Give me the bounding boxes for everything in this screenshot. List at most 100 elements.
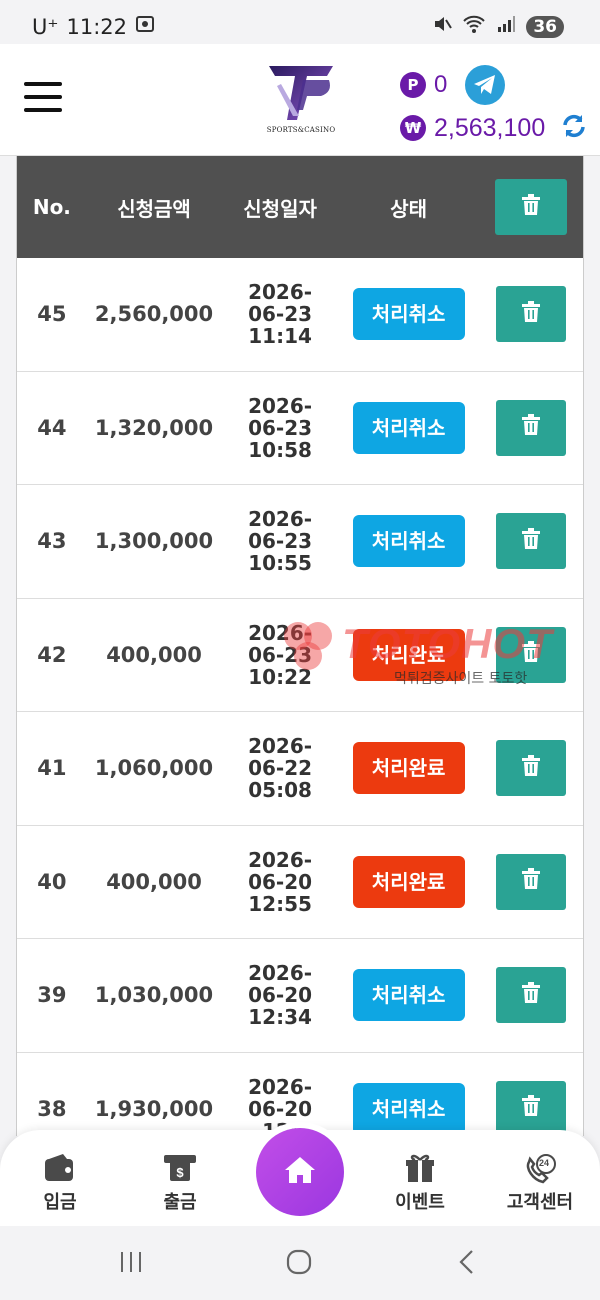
back-button[interactable] (456, 1248, 478, 1280)
date-time: 12:55 (248, 891, 312, 916)
point-icon: P (400, 72, 426, 98)
date-day: 06-23 (248, 302, 313, 327)
clock: 11:22 (66, 14, 127, 39)
nav-deposit[interactable]: 입금 (10, 1152, 110, 1214)
nav-event-label: 이벤트 (395, 1192, 445, 1213)
date-time: 10:22 (248, 664, 312, 689)
table-row: 43 1,300,000 2026- 06-23 10:55 처리취소 (17, 485, 583, 599)
delete-button[interactable] (495, 626, 566, 683)
delete-all-button[interactable] (494, 179, 567, 235)
row-amount: 1,060,000 (94, 756, 214, 781)
menu-icon[interactable] (24, 82, 62, 114)
mute-icon (432, 14, 453, 39)
trash-icon (521, 981, 541, 1009)
delete-button[interactable] (495, 853, 566, 910)
row-no: 44 (37, 415, 67, 440)
recent-apps-icon (121, 1252, 141, 1272)
screenshot-icon (135, 14, 155, 39)
row-no: 38 (37, 1096, 67, 1121)
withdraw-history-table: No. 신청금액 신청일자 상태 45 2,560,000 2026- 06-23… (16, 156, 584, 1136)
nav-event[interactable]: 이벤트 (370, 1152, 470, 1214)
date-year: 2026- (248, 961, 313, 986)
recent-apps-button[interactable] (118, 1248, 144, 1280)
home-button[interactable] (256, 1128, 344, 1216)
carrier-label: U⁺ (32, 14, 59, 39)
row-amount: 400,000 (106, 869, 202, 894)
table-row: 45 2,560,000 2026- 06-23 11:14 처리취소 (17, 258, 583, 372)
date-year: 2026- (248, 507, 313, 532)
table-row: 39 1,030,000 2026- 06-20 12:34 처리취소 (17, 939, 583, 1053)
wifi-icon (462, 14, 486, 39)
status-button[interactable]: 처리완료 (352, 742, 465, 795)
status-button[interactable]: 처리취소 (352, 288, 465, 341)
date-time: 05:08 (248, 778, 312, 803)
row-amount: 1,930,000 (94, 1096, 214, 1121)
status-bar: U⁺ 11:22 36 (0, 0, 600, 44)
status-button[interactable]: 처리취소 (352, 1082, 465, 1135)
row-amount: 2,560,000 (94, 302, 214, 327)
date-year: 2026- (248, 1074, 313, 1099)
atm-icon: $ (163, 1153, 197, 1188)
row-no: 43 (37, 529, 67, 554)
table-row: 44 1,320,000 2026- 06-23 10:58 처리취소 (17, 372, 583, 485)
trash-icon (521, 414, 541, 441)
row-no: 40 (37, 869, 67, 894)
date-day: 06-23 (248, 642, 313, 667)
row-no: 45 (37, 302, 67, 327)
date-day: 06-20 (248, 983, 313, 1008)
delete-button[interactable] (495, 967, 566, 1024)
delete-button[interactable] (495, 513, 566, 570)
back-icon (459, 1250, 473, 1274)
refresh-icon[interactable] (561, 113, 587, 143)
header-date: 신청일자 (243, 196, 317, 221)
date-time: 10:55 (248, 551, 312, 576)
home-icon (283, 1155, 317, 1189)
system-home-button[interactable] (285, 1248, 313, 1280)
row-no: 39 (37, 983, 67, 1008)
trash-icon (521, 868, 541, 895)
battery-indicator: 36 (526, 15, 564, 38)
date-year: 2026- (248, 620, 313, 645)
row-no: 42 (37, 642, 67, 667)
row-date: 2026- 06-23 10:55 (221, 508, 339, 574)
site-logo[interactable]: SPORTS&CASINO (266, 64, 336, 136)
point-value: 0 (434, 71, 448, 98)
date-time: 11:14 (248, 324, 312, 349)
row-date: 2026- 06-22 05:08 (221, 735, 339, 801)
header-status: 상태 (390, 196, 428, 221)
row-date: 2026- 06-20 12:55 (221, 849, 339, 915)
nav-support[interactable]: 24 고객센터 (490, 1152, 590, 1214)
trash-icon (521, 193, 541, 221)
row-no: 41 (37, 756, 67, 781)
status-button[interactable]: 처리완료 (352, 628, 465, 681)
status-button[interactable]: 처리취소 (352, 969, 465, 1022)
delete-button[interactable] (495, 286, 566, 343)
nav-withdraw[interactable]: $ 출금 (130, 1152, 230, 1214)
trash-icon (521, 300, 541, 328)
status-button[interactable]: 처리완료 (352, 855, 465, 908)
table-row: 41 1,060,000 2026- 06-22 05:08 처리완료 (17, 712, 583, 826)
date-time: 10:58 (248, 437, 312, 462)
telegram-icon[interactable] (465, 65, 506, 105)
row-amount: 400,000 (106, 642, 202, 667)
status-button[interactable]: 처리취소 (352, 401, 465, 454)
date-day: 06-23 (248, 529, 313, 554)
date-year: 2026- (248, 393, 313, 418)
wallet-panel: P 0 ₩ 2,563,100 (400, 65, 590, 148)
balance-value: 2,563,100 (434, 113, 546, 142)
delete-button[interactable] (495, 399, 566, 456)
delete-button[interactable] (495, 1080, 566, 1136)
header-amount: 신청금액 (117, 196, 191, 221)
status-button[interactable]: 처리취소 (352, 515, 465, 568)
table-row: 38 1,930,000 2026- 06-20 12: 처리취소 (17, 1053, 583, 1136)
date-year: 2026- (248, 847, 313, 872)
date-day: 06-23 (248, 415, 313, 440)
logo-text: SPORTS&CASINO (266, 126, 336, 134)
signal-icon (496, 14, 516, 39)
row-amount: 1,300,000 (94, 529, 214, 554)
date-day: 06-22 (248, 756, 313, 781)
date-year: 2026- (248, 734, 313, 759)
nav-withdraw-label: 출금 (163, 1192, 197, 1213)
nav-deposit-label: 입금 (43, 1192, 77, 1213)
delete-button[interactable] (495, 740, 566, 797)
